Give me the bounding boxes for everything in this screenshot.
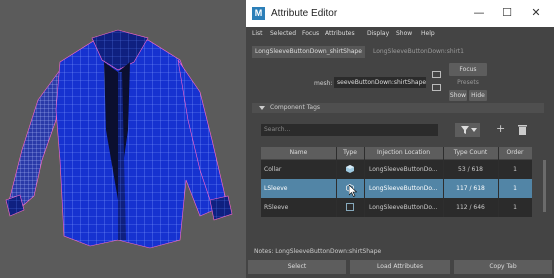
row-order: 1 xyxy=(513,204,517,211)
mouse-cursor-icon xyxy=(349,185,358,197)
table-row-selected[interactable]: LSleeve LongSleeveButtonDo... 117 / 618 … xyxy=(261,179,532,198)
col-order[interactable]: Order xyxy=(498,147,532,159)
mesh-label: mesh: xyxy=(314,80,333,87)
menu-list[interactable]: List xyxy=(252,30,263,37)
row-order: 1 xyxy=(513,166,517,173)
title-bar: M Attribute Editor — ☐ ✕ xyxy=(246,0,554,27)
column-divider xyxy=(498,147,499,217)
shirt-mesh-render xyxy=(5,29,233,249)
section-title: Component Tags xyxy=(270,104,321,111)
load-attributes-button[interactable]: Load Attributes xyxy=(350,260,450,274)
row-name: LSleeve xyxy=(264,185,288,192)
hide-button[interactable]: Hide xyxy=(469,90,487,101)
add-icon[interactable]: + xyxy=(496,122,505,135)
menu-show[interactable]: Show xyxy=(396,30,412,37)
tab-shirt-shape[interactable]: LongSleeveButtonDown_shirtShape xyxy=(252,46,365,58)
maximize-button[interactable]: ☐ xyxy=(498,5,516,21)
copy-tab-button[interactable]: Copy Tab xyxy=(454,260,552,274)
node-tabs: LongSleeveButtonDown_shirtShape LongSlee… xyxy=(246,44,554,58)
filter-icon xyxy=(461,126,469,134)
col-type-count[interactable]: Type Count xyxy=(443,147,498,159)
component-tags-section-header[interactable]: Component Tags xyxy=(252,103,544,113)
table-row[interactable]: RSleeve LongSleeveButtonDo... 112 / 646 … xyxy=(261,198,532,217)
square-outline-icon xyxy=(346,203,354,211)
col-injection-location[interactable]: Injection Location xyxy=(364,147,443,159)
close-button[interactable]: ✕ xyxy=(527,5,545,21)
input-connection-icon[interactable] xyxy=(432,71,441,78)
search-input[interactable]: Search... xyxy=(261,124,438,136)
trash-icon[interactable] xyxy=(518,125,527,135)
tab-shirt1[interactable]: LongSleeveButtonDown:shirt1 xyxy=(370,46,467,58)
presets-button[interactable]: Presets xyxy=(449,78,487,88)
select-button[interactable]: Select xyxy=(248,260,346,274)
maya-app-icon: M xyxy=(252,7,265,20)
menu-focus[interactable]: Focus xyxy=(302,30,319,37)
column-divider xyxy=(364,147,365,217)
cube-filled-icon xyxy=(346,165,354,173)
collapse-arrow-icon xyxy=(259,106,265,110)
table-scrollbar[interactable] xyxy=(543,160,546,212)
row-name: Collar xyxy=(264,166,282,173)
menu-selected[interactable]: Selected xyxy=(270,30,296,37)
row-order: 1 xyxy=(513,185,517,192)
window-title: Attribute Editor xyxy=(271,8,338,19)
3d-viewport[interactable] xyxy=(0,0,246,278)
row-count: 117 / 618 xyxy=(456,185,485,192)
row-location: LongSleeveButtonDo... xyxy=(369,185,438,192)
row-count: 53 / 618 xyxy=(458,166,483,173)
row-count: 112 / 646 xyxy=(456,204,485,211)
col-name[interactable]: Name xyxy=(261,147,336,159)
menu-bar: List Selected Focus Attributes Display S… xyxy=(246,27,554,41)
show-button[interactable]: Show xyxy=(449,90,467,101)
row-location: LongSleeveButtonDo... xyxy=(369,166,438,173)
col-type[interactable]: Type xyxy=(336,147,364,159)
table-header: Name Type Injection Location Type Count … xyxy=(261,147,532,159)
mesh-name-field[interactable]: seeveButtonDown:shirtShape xyxy=(334,77,426,88)
notes-label: Notes: LongSleeveButtonDown:shirtShape xyxy=(254,248,382,255)
filter-button[interactable] xyxy=(455,123,480,137)
column-divider xyxy=(336,147,337,217)
row-name: RSleeve xyxy=(264,204,289,211)
output-connection-icon[interactable] xyxy=(432,84,441,91)
menu-help[interactable]: Help xyxy=(421,30,435,37)
chevron-down-icon xyxy=(471,128,477,132)
table-row[interactable]: Collar LongSleeveButtonDo... 53 / 618 1 xyxy=(261,160,532,179)
column-divider xyxy=(443,147,444,217)
row-location: LongSleeveButtonDo... xyxy=(369,204,438,211)
focus-button[interactable]: Focus xyxy=(449,63,487,76)
menu-attributes[interactable]: Attributes xyxy=(325,30,355,37)
attribute-editor-window: M Attribute Editor — ☐ ✕ List Selected F… xyxy=(246,0,554,278)
menu-display[interactable]: Display xyxy=(367,30,389,37)
minimize-button[interactable]: — xyxy=(470,5,488,21)
